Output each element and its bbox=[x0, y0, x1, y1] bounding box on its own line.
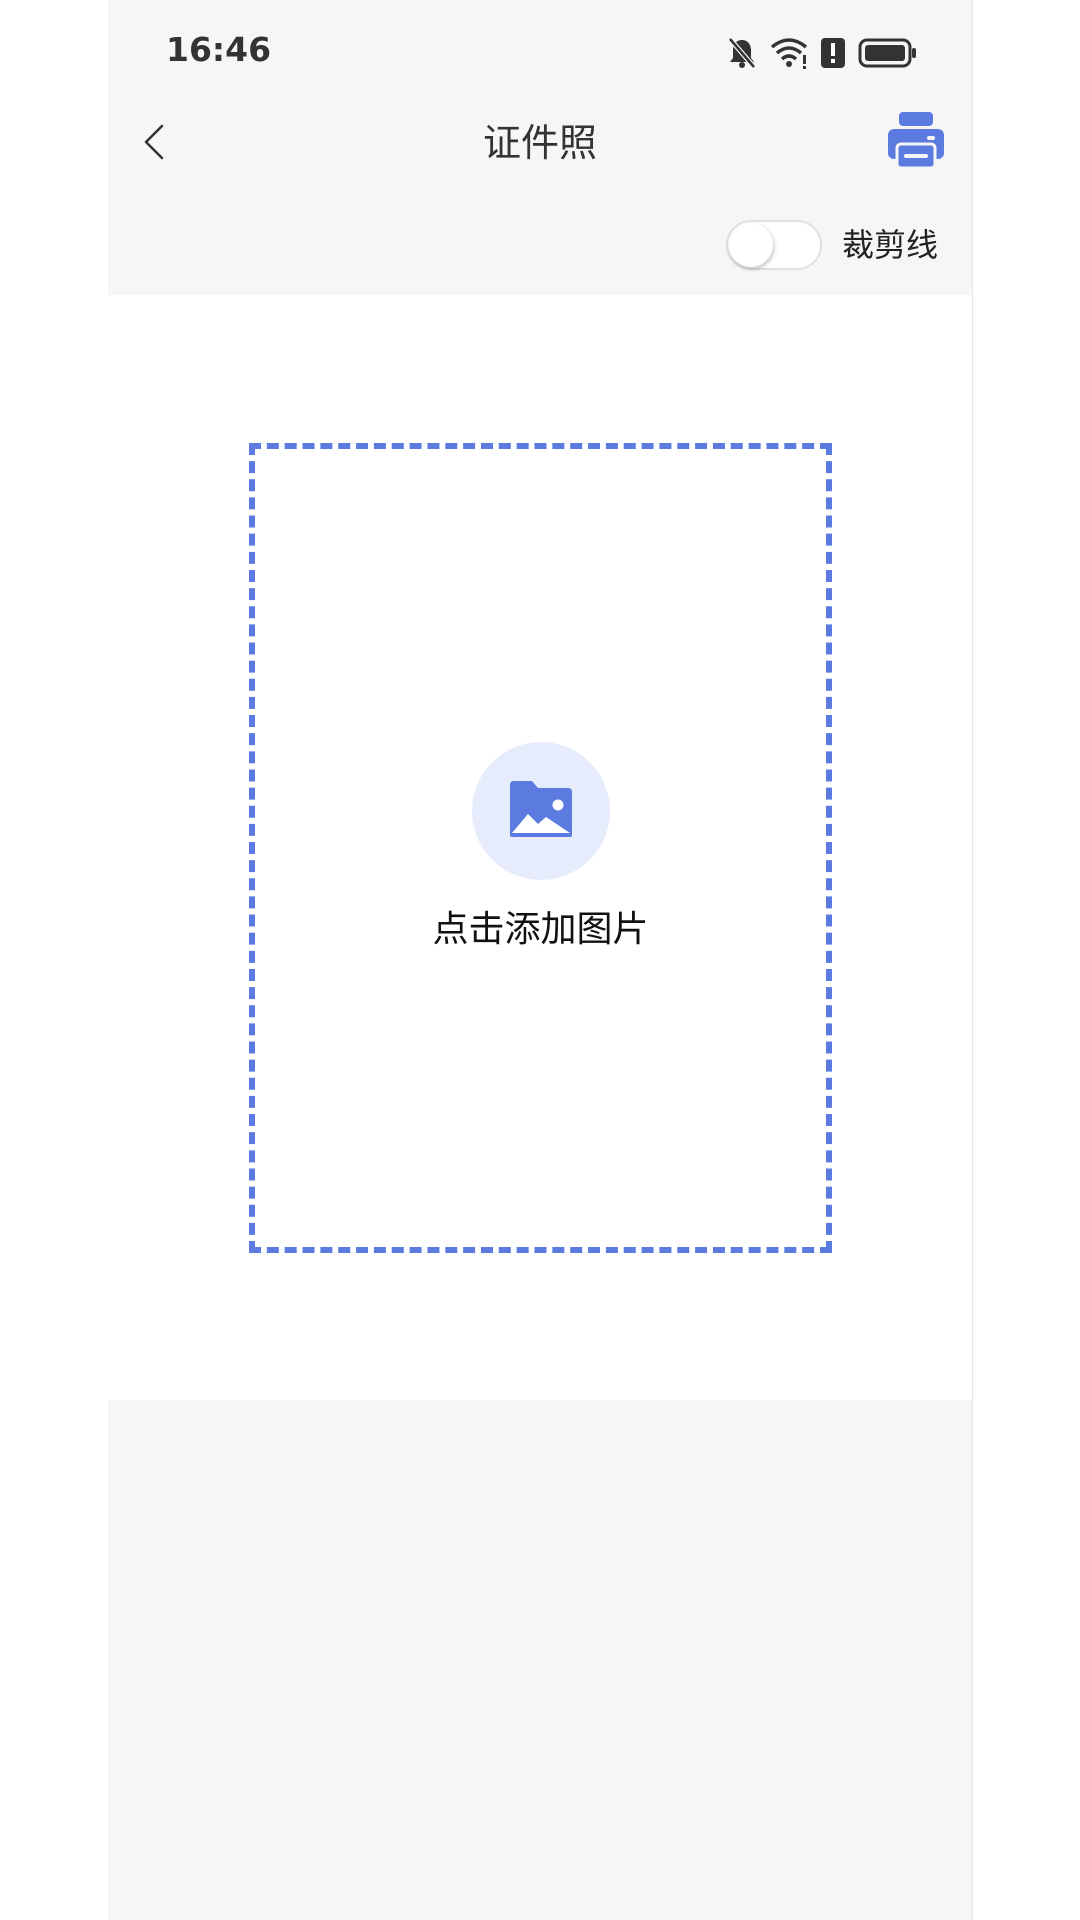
status-bar: 16:46 bbox=[108, 0, 972, 100]
left-margin bbox=[0, 0, 108, 1920]
add-image-icon-circle bbox=[471, 742, 610, 880]
nav-bar: 证件照 bbox=[108, 100, 972, 188]
crop-lines-row: 裁剪线 bbox=[108, 210, 972, 280]
crop-lines-label: 裁剪线 bbox=[842, 226, 939, 264]
bell-muted-icon bbox=[726, 36, 758, 70]
printer-icon bbox=[887, 110, 945, 174]
crop-lines-toggle[interactable] bbox=[726, 220, 822, 270]
print-button[interactable] bbox=[886, 110, 946, 174]
wifi-icon bbox=[770, 37, 808, 69]
status-icons bbox=[726, 34, 918, 72]
status-time: 16:46 bbox=[166, 30, 272, 69]
toggle-knob bbox=[729, 223, 773, 267]
page-title: 证件照 bbox=[482, 121, 597, 165]
battery-icon bbox=[858, 37, 918, 69]
add-image-dropzone[interactable]: 点击添加图片 bbox=[249, 443, 832, 1253]
image-icon bbox=[508, 779, 574, 843]
app-screen: 16:46 证件照 裁剪线 点击添加图片 bbox=[108, 0, 972, 1920]
photo-canvas-area: 点击添加图片 bbox=[108, 295, 972, 1400]
add-image-label: 点击添加图片 bbox=[432, 909, 649, 950]
right-margin bbox=[972, 0, 1080, 1920]
alert-icon bbox=[820, 37, 846, 69]
